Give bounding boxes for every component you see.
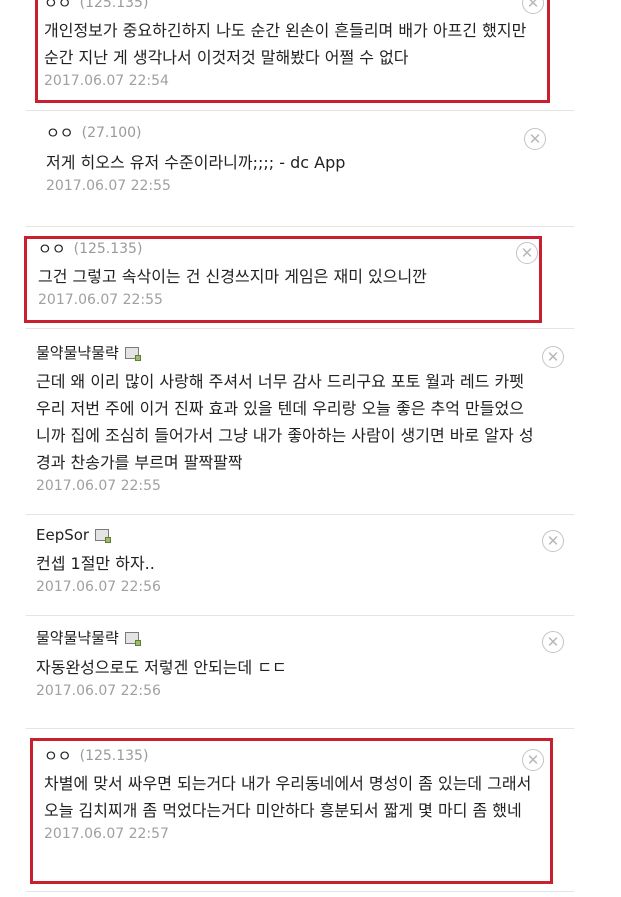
comment-separator bbox=[26, 514, 574, 515]
author-name[interactable]: EepSor bbox=[36, 526, 89, 544]
comment-separator bbox=[26, 891, 574, 892]
comment-date: 2017.06.07 22:55 bbox=[36, 478, 161, 494]
comment-date: 2017.06.07 22:56 bbox=[36, 683, 161, 699]
delete-comment-button[interactable]: ✕ bbox=[542, 346, 564, 368]
comment-separator bbox=[26, 226, 574, 227]
delete-comment-button[interactable]: ✕ bbox=[524, 128, 546, 150]
gallog-icon[interactable] bbox=[95, 529, 112, 543]
highlight-box bbox=[35, 0, 550, 103]
comment-date: 2017.06.07 22:56 bbox=[36, 579, 161, 595]
comment-text: 근데 왜 이리 많이 사랑해 주셔서 너무 감사 드리구요 포토 월과 레드 카… bbox=[36, 372, 534, 472]
comment-item: ㅇㅇ (27.100) 저게 히오스 유저 수준이라니까;;;; - dc Ap… bbox=[46, 122, 546, 194]
circle-x-icon: ✕ bbox=[546, 532, 560, 550]
comment-text: 자동완성으로도 저렇겐 안되는데 ㄷㄷ bbox=[36, 658, 287, 677]
comment-date: 2017.06.07 22:55 bbox=[46, 178, 171, 194]
gallog-icon[interactable] bbox=[124, 346, 141, 361]
author-name[interactable]: 물약물냑물략 bbox=[36, 342, 119, 363]
author-name[interactable]: ㅇㅇ bbox=[46, 122, 74, 143]
comment-separator bbox=[26, 110, 574, 111]
gallog-icon[interactable] bbox=[124, 631, 141, 646]
circle-x-icon: ✕ bbox=[546, 633, 560, 651]
comment-author: EepSor bbox=[36, 526, 564, 544]
author-ip: (27.100) bbox=[81, 124, 142, 141]
delete-comment-button[interactable]: ✕ bbox=[542, 631, 564, 653]
comment-separator bbox=[26, 728, 574, 729]
highlight-box bbox=[30, 738, 553, 884]
circle-x-icon: ✕ bbox=[528, 130, 542, 148]
comment-item: EepSor 컨셉 1절만 하자.. 2017.06.07 22:56 ✕ bbox=[36, 526, 564, 595]
comment-item: 물약물냑물략 자동완성으로도 저렇겐 안되는데 ㄷㄷ 2017.06.07 22… bbox=[36, 627, 564, 699]
comment-author: ㅇㅇ (27.100) bbox=[46, 122, 546, 143]
comment-separator bbox=[26, 328, 574, 329]
comment-text: 컨셉 1절만 하자.. bbox=[36, 554, 155, 573]
delete-comment-button[interactable]: ✕ bbox=[542, 530, 564, 552]
highlight-box bbox=[24, 236, 542, 323]
comment-item: 물약물냑물략 근데 왜 이리 많이 사랑해 주셔서 너무 감사 드리구요 포토 … bbox=[36, 342, 564, 494]
comment-separator bbox=[26, 615, 574, 616]
comment-author: 물약물냑물략 bbox=[36, 342, 564, 363]
circle-x-icon: ✕ bbox=[546, 348, 560, 366]
comment-text: 저게 히오스 유저 수준이라니까;;;; - dc App bbox=[46, 153, 346, 172]
author-name[interactable]: 물약물냑물략 bbox=[36, 627, 119, 648]
comment-author: 물약물냑물략 bbox=[36, 627, 564, 648]
